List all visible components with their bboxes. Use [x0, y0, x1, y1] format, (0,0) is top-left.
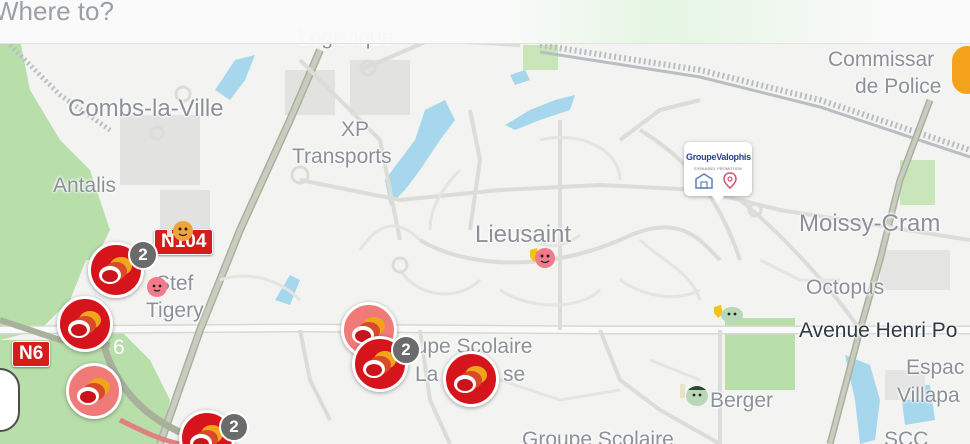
wazer-avatar-icon[interactable]: [165, 217, 197, 247]
place-label: de Police: [855, 75, 942, 98]
alert-count-badge: 2: [219, 412, 249, 442]
place-label: se: [503, 363, 526, 386]
traffic-jam-icon: [454, 366, 487, 393]
place-label: Moissy-Cram: [799, 210, 941, 237]
search-input[interactable]: Where to?: [0, 0, 114, 27]
place-label: Berger: [710, 389, 774, 412]
wazer-avatar-icon[interactable]: [145, 275, 171, 303]
traffic-jam-alert[interactable]: [66, 363, 122, 419]
place-label: Espac: [906, 356, 965, 379]
alert-count-badge: 2: [128, 240, 158, 270]
sponsor-subtitle: EXPANSIEL PROMOTION: [694, 166, 742, 171]
compass-icon[interactable]: [0, 368, 20, 432]
sponsor-name: GroupeValophis: [686, 152, 751, 162]
search-bar[interactable]: Where to?: [0, 0, 970, 44]
wazer-avatar-icon[interactable]: [678, 380, 710, 410]
place-label: Villapa: [897, 384, 960, 407]
traffic-jam-icon: [68, 311, 101, 338]
place-label: La: [415, 363, 439, 386]
road-number-label: 6: [113, 336, 125, 359]
traffic-jam-icon: [77, 378, 110, 405]
traffic-jam-alert[interactable]: [443, 351, 499, 407]
place-label: Transports: [292, 145, 392, 168]
map-view[interactable]: Logistique Combs-la-Ville XP Transports …: [0, 0, 970, 444]
place-label: Groupe Scolaire: [522, 428, 674, 444]
store-icon: [695, 173, 713, 189]
place-label: XP: [341, 118, 370, 141]
sponsored-pin[interactable]: GroupeValophis EXPANSIEL PROMOTION: [684, 142, 752, 204]
police-alert-icon[interactable]: [952, 46, 970, 94]
place-label: SCC: [884, 428, 929, 444]
location-pin-icon: [723, 172, 737, 189]
road-shield-n6: N6: [12, 341, 51, 367]
traffic-jam-alert[interactable]: [57, 296, 113, 352]
wazer-avatar-icon[interactable]: [527, 245, 559, 273]
place-label: Commissar: [828, 48, 935, 71]
street-label: Avenue Henri Po: [799, 319, 958, 342]
place-label: Antalis: [53, 174, 117, 197]
place-label: Combs-la-Ville: [68, 95, 224, 122]
place-label: Octopus: [806, 276, 885, 299]
wazer-avatar-icon[interactable]: [712, 302, 744, 328]
alert-count-badge: 2: [391, 335, 421, 365]
